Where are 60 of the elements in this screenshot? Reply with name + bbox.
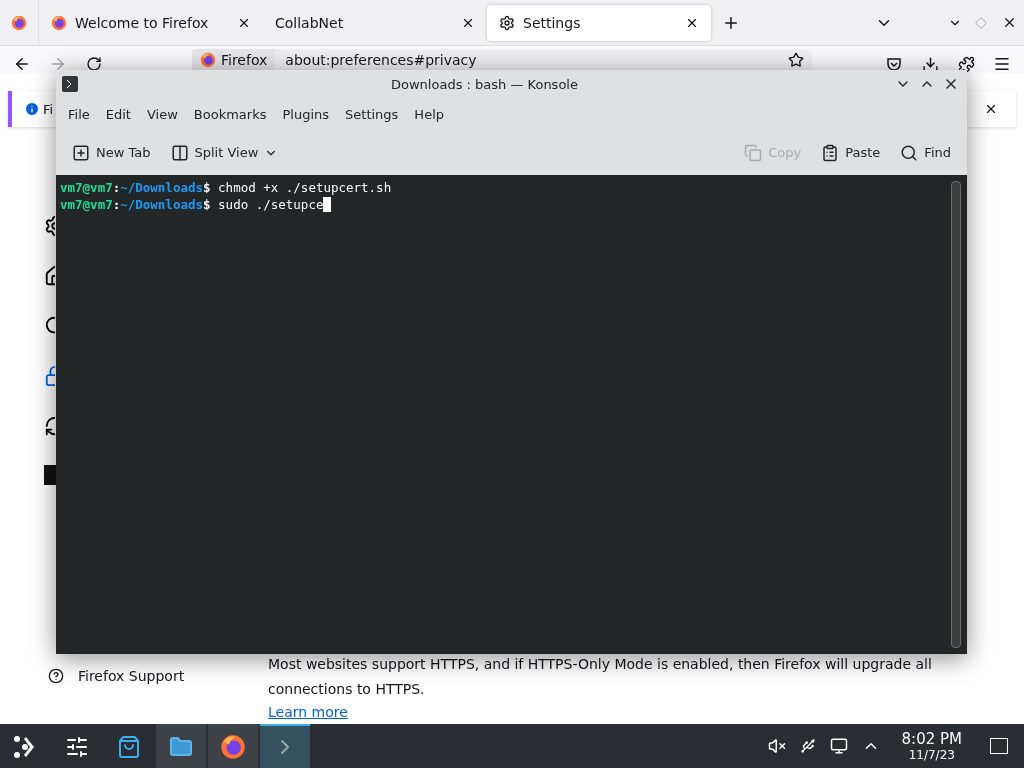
toolbar-button[interactable]: Find — [892, 139, 959, 166]
learn-more-link[interactable]: Learn more — [268, 702, 348, 722]
terminal-line: vm7@vm7:~/Downloads$ chmod +x ./setupcert.sh — [60, 179, 393, 196]
clock[interactable]: 8:02 PM 11/7/23 — [901, 730, 962, 762]
browser-tab[interactable]: Settings — [487, 4, 711, 41]
menu-item[interactable]: Edit — [97, 106, 139, 122]
reload-icon[interactable] — [86, 56, 102, 72]
url-text: about:preferences#privacy — [284, 52, 478, 68]
menu-item[interactable]: Bookmarks — [185, 106, 275, 122]
url-bar[interactable]: Firefox about:preferences#privacy — [192, 49, 812, 71]
copy-icon — [744, 143, 763, 162]
back-icon[interactable] — [13, 55, 31, 73]
close-icon[interactable] — [984, 102, 998, 116]
menu-icon[interactable] — [993, 55, 1011, 73]
menu-item[interactable]: View — [138, 106, 186, 122]
bookmark-star-icon[interactable] — [788, 52, 804, 68]
support-link[interactable]: Firefox Support — [48, 668, 250, 684]
help-icon — [48, 668, 64, 684]
clock-time: 8:02 PM — [901, 730, 962, 748]
clipboard-icon — [821, 143, 840, 162]
clock-date: 11/7/23 — [908, 747, 955, 762]
pocket-icon[interactable] — [886, 56, 902, 72]
https-description: Most websites support HTTPS, and if HTTPS-Only Mode is enabled, then Firefox will upgrade all connections to HTTPS. — [268, 655, 933, 699]
new-tab-icon — [72, 143, 90, 162]
home-icon[interactable] — [44, 265, 55, 287]
menu-item[interactable]: Settings — [337, 106, 407, 122]
muted-speaker-icon[interactable] — [767, 737, 786, 755]
firefox-logo-icon — [200, 52, 216, 68]
sliders-icon — [65, 735, 89, 759]
info-icon — [24, 101, 40, 117]
window-title: Downloads : bash — Konsole — [390, 76, 579, 92]
usb-icon[interactable] — [799, 738, 816, 754]
scrollbar[interactable] — [951, 181, 961, 648]
settings-icon — [499, 14, 515, 31]
toolbar-button[interactable]: New Tab — [64, 139, 159, 166]
toolbar-button[interactable]: Split View — [162, 139, 287, 166]
extensions-icon[interactable] — [957, 55, 975, 73]
terminal-area[interactable]: vm7@vm7:~/Downloads$ chmod +x ./setupcert.sh vm7@vm7:~/Downloads$ sudo ./setupce — [56, 175, 967, 654]
lock-icon[interactable] — [44, 365, 55, 387]
firefox-logo-icon — [11, 14, 27, 31]
toolbar-button[interactable]: Paste — [813, 139, 889, 166]
browser-tab[interactable]: Welcome to Firefox — [39, 0, 263, 45]
menu-item[interactable]: Help — [406, 106, 452, 122]
network-icon[interactable] — [829, 737, 848, 755]
search-icon — [900, 143, 919, 162]
shopping-bag-icon — [117, 735, 141, 759]
split-view-icon — [170, 143, 189, 162]
browser-tab[interactable]: CollabNet — [263, 0, 487, 45]
folder-icon — [169, 735, 193, 759]
terminal-app-icon — [62, 76, 78, 92]
gear-icon[interactable] — [44, 215, 55, 237]
terminal-line: vm7@vm7:~/Downloads$ sudo ./setupce — [60, 196, 949, 213]
firefox-logo-icon — [51, 14, 67, 31]
notification-text: Fi — [43, 101, 54, 117]
firefox-logo-icon — [220, 734, 246, 760]
menu-item[interactable]: File — [60, 106, 98, 122]
sync-icon[interactable] — [44, 415, 55, 437]
show-desktop-icon[interactable] — [990, 738, 1008, 754]
identity-label: Firefox — [221, 52, 268, 68]
menu-item[interactable]: Plugins — [274, 106, 338, 122]
